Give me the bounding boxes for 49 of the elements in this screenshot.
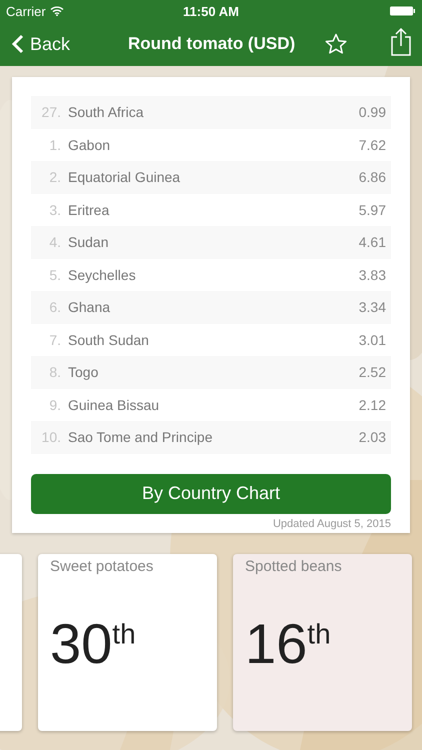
price-value: 6.86 <box>358 169 386 186</box>
country-name: South Sudan <box>68 332 150 348</box>
back-chevron-icon <box>12 34 24 54</box>
ranking-row[interactable]: 5. Seychelles 3.83 <box>31 258 391 291</box>
chart-button[interactable]: By Country Chart <box>31 474 391 514</box>
country-name: Togo <box>68 364 100 380</box>
country-name: Sao Tome and Principe <box>68 429 214 446</box>
nav-title: Round tomato (USD) <box>128 34 296 54</box>
country-name: Ghana <box>68 299 112 316</box>
rank-number: 7. <box>48 332 61 348</box>
rank-number: 5. <box>48 266 61 283</box>
ranking-row[interactable]: 9. Guinea Bissau 2.12 <box>31 388 391 421</box>
rank-card[interactable]: Spotted beans 16$^{th}$ <box>233 554 412 730</box>
price-value: 3.34 <box>358 299 386 316</box>
country-name: Eritrea <box>68 202 110 218</box>
rank-ordinal: 16$^{th}$ <box>245 610 332 676</box>
back-button[interactable]: Back <box>12 34 122 54</box>
country-name: Sudan <box>68 234 110 250</box>
carrier-label: Carrier <box>6 4 46 18</box>
country-name: Equatorial Guinea <box>68 169 182 186</box>
price-value: 2.03 <box>358 429 386 446</box>
price-value: 3.83 <box>358 266 386 283</box>
country-name: Gabon <box>68 136 112 153</box>
ranking-row[interactable]: 3. Eritrea 5.97 <box>31 194 391 226</box>
rank-number: 9. <box>48 396 61 413</box>
ranking-row[interactable]: 1. Gabon 7.62 <box>31 128 391 161</box>
updated-date: Updated August 5, 2015 <box>272 518 391 530</box>
rank-ordinal: 30$^{th}$ <box>50 610 137 676</box>
card-title: Spotted beans <box>245 558 343 574</box>
price-value: 2.52 <box>358 364 386 380</box>
clock: 11:50 AM <box>183 4 239 18</box>
battery-icon <box>390 6 416 16</box>
price-value: 4.61 <box>358 234 386 250</box>
rank-number: 1. <box>48 136 61 153</box>
price-value: 5.97 <box>358 202 386 218</box>
star-icon[interactable] <box>324 32 348 56</box>
card-title: Sweet potatoes <box>50 558 154 574</box>
share-icon[interactable] <box>390 27 412 57</box>
rank-card[interactable]: Sweet potatoes 30$^{th}$ <box>38 554 217 730</box>
country-name: Seychelles <box>68 266 137 283</box>
ranking-row[interactable]: 7. South Sudan 3.01 <box>31 324 391 356</box>
country-name: Guinea Bissau <box>68 396 160 413</box>
price-value: 2.12 <box>358 396 386 413</box>
price-value: 0.99 <box>358 104 386 120</box>
country-name: South Africa <box>68 104 144 120</box>
rank-number: 3. <box>48 202 61 218</box>
price-value: 3.01 <box>358 332 386 348</box>
price-value: 7.62 <box>358 136 386 153</box>
wifi-icon <box>50 6 64 16</box>
